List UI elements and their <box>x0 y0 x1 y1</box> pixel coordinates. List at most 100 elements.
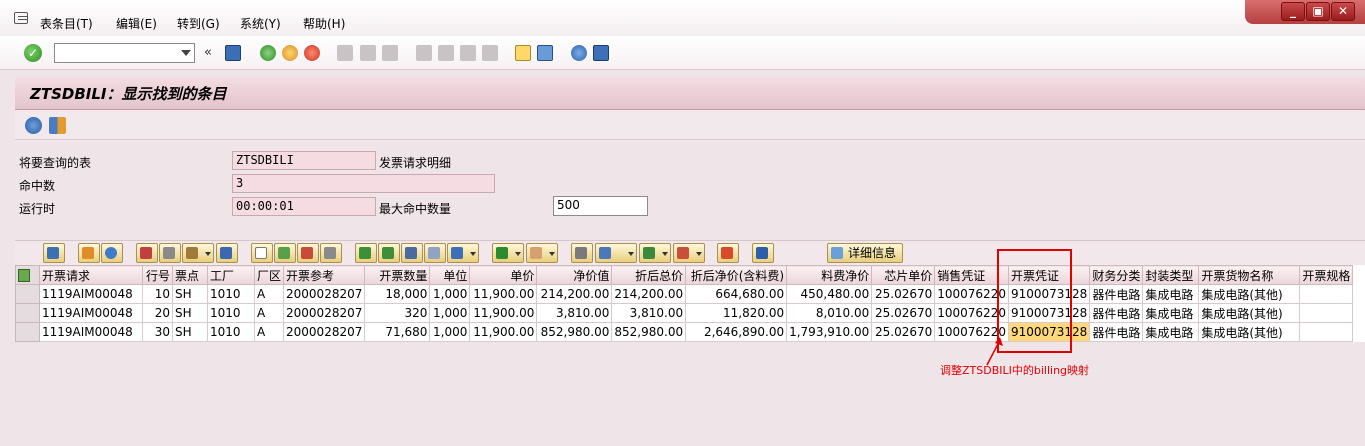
last-page-icon[interactable] <box>482 45 498 61</box>
table-cell[interactable]: 852,980.00 <box>611 322 687 342</box>
table-cell[interactable]: 集成电路(其他) <box>1198 284 1301 304</box>
graphic-icon[interactable] <box>717 243 739 263</box>
col-header[interactable]: 折后净价(含料费) <box>685 265 788 285</box>
menu-help[interactable]: 帮助(H) <box>303 15 345 32</box>
sum-icon[interactable] <box>492 243 524 263</box>
menu-table-entry[interactable]: 表条目(T) <box>40 15 93 32</box>
col-header[interactable]: 票点 <box>172 265 208 285</box>
refresh-icon[interactable] <box>25 117 42 134</box>
table-cell[interactable]: 2000028207 <box>283 322 366 342</box>
table-cell[interactable]: 10 <box>142 284 173 304</box>
table-cell[interactable]: 集成电路(其他) <box>1198 322 1301 342</box>
table-cell[interactable]: 450,480.00 <box>786 284 873 304</box>
table-cell[interactable]: 1,000 <box>429 284 471 304</box>
table-cell[interactable]: SH <box>172 303 208 323</box>
sort-descending-icon[interactable] <box>378 243 400 263</box>
info-icon[interactable] <box>752 243 774 263</box>
row-selector[interactable] <box>15 284 40 304</box>
command-field[interactable] <box>54 43 195 63</box>
table-cell[interactable]: 2000028207 <box>283 303 366 323</box>
table-cell[interactable]: 25.02670 <box>871 303 936 323</box>
layout-icon[interactable] <box>673 243 705 263</box>
col-header[interactable]: 工厂 <box>207 265 255 285</box>
table-cell[interactable]: A <box>253 322 285 342</box>
table-cell[interactable]: 器件电路 <box>1089 322 1144 342</box>
exit-icon[interactable] <box>282 45 298 61</box>
col-header[interactable]: 折后总价 <box>611 265 687 285</box>
col-header[interactable]: 料费净价 <box>786 265 873 285</box>
col-header[interactable]: 财务分类 <box>1089 265 1144 285</box>
help-icon[interactable] <box>571 45 587 61</box>
table-cell[interactable]: 71,680 <box>364 322 431 342</box>
table-cell[interactable]: 11,820.00 <box>685 303 788 323</box>
menu-goto[interactable]: 转到(G) <box>177 15 220 32</box>
detail-info-button[interactable]: 详细信息 <box>827 243 903 263</box>
append-row-icon[interactable] <box>251 243 273 263</box>
col-header[interactable]: 厂区 <box>253 265 285 285</box>
previous-page-icon[interactable] <box>438 45 454 61</box>
table-cell[interactable]: 11,900.00 <box>469 303 538 323</box>
table-row[interactable]: 1119AIM00048 30 SH 1010 A 2000028207 71,680 1,0… <box>15 322 1354 342</box>
next-page-icon[interactable] <box>460 45 476 61</box>
filter-icon[interactable] <box>447 243 479 263</box>
copy-icon[interactable] <box>159 243 181 263</box>
close-button[interactable]: ✕ <box>1331 2 1355 21</box>
insert-row-icon[interactable] <box>274 243 296 263</box>
table-cell[interactable]: 集成电路 <box>1142 303 1200 323</box>
col-header[interactable]: 单位 <box>429 265 471 285</box>
row-selector[interactable] <box>15 322 40 342</box>
table-cell[interactable]: 1,000 <box>429 322 471 342</box>
table-cell[interactable]: 集成电路 <box>1142 284 1200 304</box>
table-cell[interactable]: 1119AIM00048 <box>39 322 143 342</box>
table-cell[interactable]: 20 <box>142 303 173 323</box>
find-next-icon[interactable] <box>382 45 398 61</box>
col-header[interactable]: 芯片单价 <box>871 265 936 285</box>
col-header[interactable]: 单价 <box>469 265 538 285</box>
table-cell[interactable]: 30 <box>142 322 173 342</box>
print-icon[interactable] <box>337 45 353 61</box>
table-cell[interactable]: 1010 <box>207 284 255 304</box>
table-cell[interactable]: 25.02670 <box>871 284 936 304</box>
table-cell[interactable]: 664,680.00 <box>685 284 788 304</box>
table-cell[interactable]: 8,010.00 <box>786 303 873 323</box>
table-cell[interactable]: 3,810.00 <box>536 303 613 323</box>
table-cell[interactable]: 1010 <box>207 322 255 342</box>
table-row[interactable]: 1119AIM00048 10 SH 1010 A 2000028207 18,000 1,0… <box>15 284 1354 304</box>
col-header[interactable]: 开票参考 <box>283 265 366 285</box>
row-selector[interactable] <box>15 303 40 323</box>
col-header[interactable]: 开票货物名称 <box>1198 265 1301 285</box>
table-cell[interactable]: 11,900.00 <box>469 322 538 342</box>
col-header[interactable]: 净价值 <box>536 265 613 285</box>
refresh-grid-icon[interactable] <box>101 243 123 263</box>
table-cell[interactable]: 器件电路 <box>1089 303 1144 323</box>
table-row[interactable]: 1119AIM00048 20 SH 1010 A 2000028207 320 1,000 1… <box>15 303 1354 323</box>
col-header[interactable]: 封装类型 <box>1142 265 1200 285</box>
table-cell[interactable]: 1,000 <box>429 303 471 323</box>
table-cell[interactable]: 214,200.00 <box>536 284 613 304</box>
col-header[interactable]: 开票请求 <box>39 265 143 285</box>
table-cell[interactable]: 2000028207 <box>283 284 366 304</box>
delete-row-icon[interactable] <box>297 243 319 263</box>
undo-icon[interactable] <box>216 243 238 263</box>
col-header[interactable]: 开票数量 <box>364 265 431 285</box>
table-cell[interactable]: 3,810.00 <box>611 303 687 323</box>
table-cell[interactable]: 320 <box>364 303 431 323</box>
table-cell[interactable]: 214,200.00 <box>611 284 687 304</box>
table-cell[interactable]: 集成电路 <box>1142 322 1200 342</box>
col-header[interactable]: 行号 <box>142 265 173 285</box>
table-cell[interactable]: 1119AIM00048 <box>39 284 143 304</box>
subtotal-icon[interactable] <box>526 243 558 263</box>
table-cell[interactable]: 25.02670 <box>871 322 936 342</box>
chevron-down-icon[interactable] <box>181 50 191 56</box>
minimize-button[interactable]: _ <box>1281 2 1305 21</box>
table-cell[interactable]: 18,000 <box>364 284 431 304</box>
first-page-icon[interactable] <box>416 45 432 61</box>
enter-check-icon[interactable]: ✓ <box>24 44 42 62</box>
sort-ascending-icon[interactable] <box>355 243 377 263</box>
check-icon[interactable] <box>78 243 100 263</box>
max-hits-input[interactable]: 500 <box>553 196 648 216</box>
restore-button[interactable]: ▣ <box>1306 2 1330 21</box>
menu-system[interactable]: 系统(Y) <box>240 15 281 32</box>
back-icon[interactable] <box>260 45 276 61</box>
table-cell[interactable]: SH <box>172 322 208 342</box>
